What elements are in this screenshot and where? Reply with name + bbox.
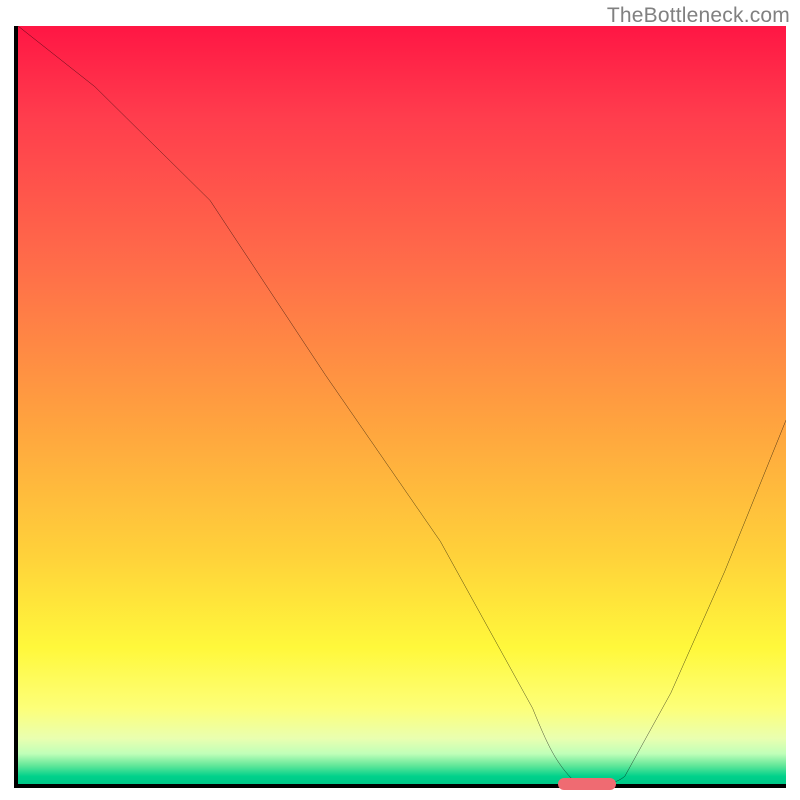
chart-frame [14, 26, 786, 788]
watermark-text: TheBottleneck.com [607, 4, 790, 28]
bottleneck-curve [18, 26, 786, 784]
optimal-range-marker [558, 778, 616, 790]
curve-path [18, 26, 786, 784]
